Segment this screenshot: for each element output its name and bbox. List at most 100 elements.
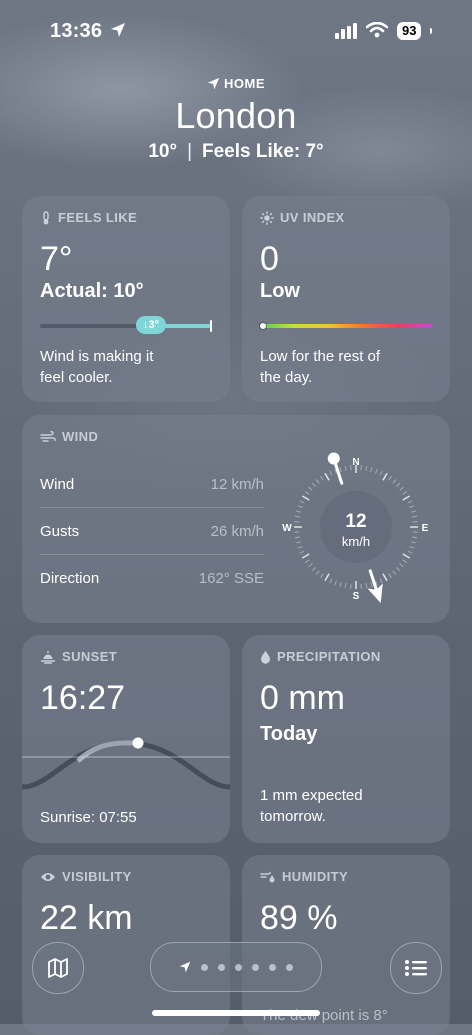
compass-unit: km/h bbox=[342, 534, 370, 549]
compass-tick bbox=[295, 537, 300, 538]
map-button[interactable] bbox=[32, 942, 84, 994]
separator: | bbox=[187, 141, 192, 163]
compass-tick bbox=[403, 491, 407, 494]
location-arrow-icon bbox=[207, 77, 220, 90]
wind-row-value: 12 km/h bbox=[211, 476, 264, 493]
compass-tick bbox=[325, 574, 329, 581]
wind-row-value: 26 km/h bbox=[211, 523, 264, 540]
pager-dot[interactable] bbox=[218, 964, 225, 971]
compass-west-label: W bbox=[282, 523, 292, 534]
uv-index-card[interactable]: UV INDEX 0 Low Low for the rest of the d… bbox=[242, 196, 450, 402]
compass-tick bbox=[316, 480, 319, 484]
uv-index-level: Low bbox=[260, 280, 300, 303]
visibility-value: 22 km bbox=[40, 899, 133, 938]
raindrop-icon bbox=[260, 650, 271, 664]
eye-icon bbox=[40, 871, 56, 883]
compass-tick bbox=[330, 471, 332, 476]
precipitation-value: 0 mm bbox=[260, 679, 345, 718]
pager-dot[interactable] bbox=[201, 964, 208, 971]
home-indicator[interactable] bbox=[152, 1010, 320, 1016]
compass-tick bbox=[400, 564, 404, 567]
compass-tick bbox=[412, 537, 417, 538]
pager-dot[interactable] bbox=[286, 964, 293, 971]
sun-path-graph bbox=[22, 731, 230, 801]
compass-speed: 12 bbox=[345, 511, 366, 532]
compass-tick bbox=[375, 469, 377, 474]
compass-tick bbox=[300, 501, 305, 503]
list-icon bbox=[404, 958, 428, 978]
compass-tick bbox=[403, 554, 410, 558]
humidity-title: HUMIDITY bbox=[260, 869, 348, 884]
feels-like-title-text: FEELS LIKE bbox=[58, 210, 137, 225]
sunrise-time: Sunrise: 07:55 bbox=[40, 807, 137, 828]
pager-dots bbox=[201, 964, 293, 971]
map-icon bbox=[47, 957, 69, 979]
compass-tick bbox=[371, 582, 372, 587]
compass-tick bbox=[298, 506, 303, 508]
precipitation-desc-line-1: 1 mm expected bbox=[260, 785, 363, 806]
compass-tick bbox=[295, 516, 300, 517]
compass-tick bbox=[380, 471, 382, 476]
uv-desc-line-2: the day. bbox=[260, 367, 380, 388]
uv-desc-line-1: Low for the rest of bbox=[260, 346, 380, 367]
current-location-icon bbox=[179, 961, 191, 973]
compass-tick bbox=[312, 567, 316, 571]
wind-title-text: WIND bbox=[62, 429, 98, 444]
compass-tick bbox=[305, 491, 309, 494]
feels-like-description: Wind is making it feel cooler. bbox=[40, 346, 153, 388]
precipitation-card[interactable]: PRECIPITATION 0 mm Today 1 mm expected t… bbox=[242, 635, 450, 843]
compass-tick bbox=[300, 551, 305, 553]
compass-east-label: E bbox=[422, 523, 429, 534]
pager-dot[interactable] bbox=[269, 964, 276, 971]
compass-tick bbox=[389, 574, 392, 578]
visibility-title: VISIBILITY bbox=[40, 869, 132, 884]
wind-row-label: Direction bbox=[40, 570, 99, 587]
feels-like-actual-marker bbox=[210, 320, 212, 332]
battery-level: 93 bbox=[397, 22, 421, 40]
wifi-icon bbox=[366, 22, 388, 43]
compass-tick bbox=[393, 571, 396, 575]
temperature-summary: 10° | Feels Like: 7° bbox=[0, 141, 472, 163]
uv-index-marker bbox=[260, 323, 266, 329]
compass-tick bbox=[305, 560, 309, 563]
compass-tick bbox=[345, 466, 346, 471]
compass-tick bbox=[396, 567, 400, 571]
compass-tick bbox=[389, 476, 392, 480]
home-label-row: HOME bbox=[0, 76, 472, 91]
sun-icon bbox=[260, 211, 274, 225]
feels-like-title: FEELS LIKE bbox=[40, 210, 137, 225]
precipitation-period: Today bbox=[260, 723, 317, 746]
sunset-title: SUNSET bbox=[40, 649, 117, 664]
feels-like-bar: ↓3° bbox=[40, 324, 212, 328]
visibility-title-text: VISIBILITY bbox=[62, 869, 132, 884]
compass-tick bbox=[408, 501, 413, 503]
compass-tick bbox=[396, 483, 400, 487]
humidity-value: 89 % bbox=[260, 899, 338, 938]
wind-icon bbox=[40, 431, 56, 443]
compass-tick bbox=[411, 542, 416, 543]
uv-index-value: 0 bbox=[260, 240, 279, 279]
location-pager[interactable] bbox=[150, 942, 322, 992]
feels-like-card[interactable]: FEELS LIKE 7° Actual: 10° ↓3° Wind is ma… bbox=[22, 196, 230, 402]
compass-tick bbox=[383, 574, 387, 581]
sun-position-dot bbox=[133, 738, 144, 749]
pager-dot[interactable] bbox=[252, 964, 259, 971]
pager-dot[interactable] bbox=[235, 964, 242, 971]
location-header: HOME London 10° | Feels Like: 7° bbox=[0, 76, 472, 163]
current-temperature: 10° bbox=[148, 141, 177, 163]
compass-tick bbox=[296, 511, 301, 512]
wind-row-direction: Direction 162° SSE bbox=[40, 555, 264, 601]
locations-list-button[interactable] bbox=[390, 942, 442, 994]
feels-like-actual: Actual: 10° bbox=[40, 280, 144, 303]
uv-index-title: UV INDEX bbox=[260, 210, 345, 225]
uv-index-description: Low for the rest of the day. bbox=[260, 346, 380, 388]
cellular-signal-icon bbox=[335, 23, 357, 44]
compass-tick bbox=[325, 473, 329, 480]
compass-tick bbox=[403, 496, 410, 500]
compass-north-label: N bbox=[352, 457, 359, 468]
wind-row-label: Gusts bbox=[40, 523, 79, 540]
compass-tick bbox=[302, 554, 309, 558]
compass-tick bbox=[340, 467, 341, 472]
sunset-card[interactable]: SUNSET 16:27 Sunrise: 07:55 bbox=[22, 635, 230, 843]
wind-card[interactable]: WIND Wind 12 km/h Gusts 26 km/h Directio… bbox=[22, 415, 450, 623]
